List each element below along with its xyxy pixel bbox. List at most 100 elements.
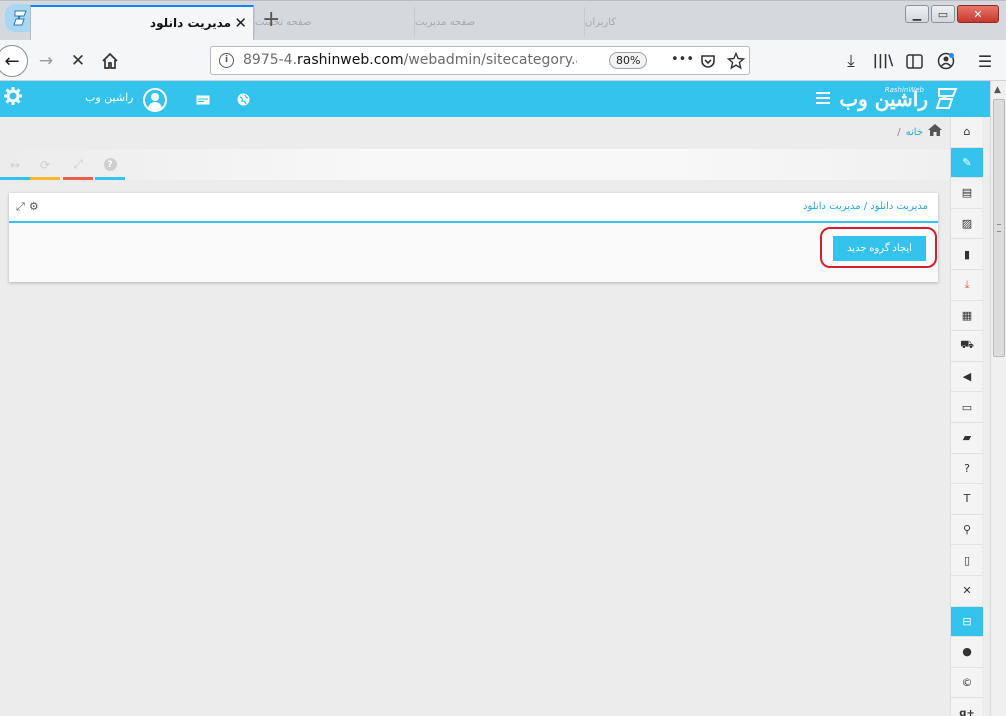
create-new-group-button[interactable]: ایجاد گروه جدید bbox=[833, 236, 926, 261]
sidebar-item-image[interactable]: ▨ bbox=[951, 209, 983, 240]
active-tab[interactable]: مدیریت دانلود ✕ bbox=[30, 5, 254, 41]
library-button[interactable]: |||\ bbox=[872, 50, 894, 72]
account-icon bbox=[937, 52, 955, 70]
pin-icon: ⚲ bbox=[962, 523, 972, 537]
question-icon: ? bbox=[964, 461, 970, 475]
sidebar-icon bbox=[905, 53, 923, 69]
background-tab-label: صفحه مدیریت bbox=[415, 16, 476, 28]
file-icon: ▯ bbox=[963, 553, 971, 567]
volume-icon: ◀ bbox=[962, 370, 972, 384]
background-tab[interactable]: صفحه مدیریت bbox=[414, 7, 584, 37]
background-tab[interactable]: کاربران bbox=[584, 7, 754, 37]
new-tab-button[interactable]: + bbox=[262, 9, 280, 31]
minimize-button[interactable]: ▁ bbox=[905, 5, 929, 23]
page-actions-icon[interactable]: ••• bbox=[671, 52, 694, 67]
user-name[interactable]: راشین وب bbox=[85, 91, 133, 104]
home-button[interactable] bbox=[99, 50, 121, 72]
bookmark-star-icon[interactable] bbox=[727, 52, 745, 70]
page-scrollbar[interactable]: ▲ bbox=[990, 81, 1006, 716]
downloads-button[interactable]: ⤓ bbox=[840, 50, 862, 72]
forward-button[interactable]: → bbox=[35, 50, 57, 72]
sidebar-toggle-button[interactable] bbox=[903, 50, 925, 72]
settings-toolbar: ↔ ⟳ ⤢ ? bbox=[0, 149, 950, 180]
sidebar-item-download[interactable]: ⤓ bbox=[951, 270, 983, 301]
card-icon[interactable] bbox=[196, 95, 210, 105]
scroll-thumb[interactable] bbox=[993, 99, 1005, 357]
sidebar-item-pin[interactable]: ⚲ bbox=[951, 515, 983, 546]
film-icon: ▦ bbox=[961, 308, 973, 322]
menu-toggle-icon[interactable] bbox=[816, 92, 830, 104]
sidebar-item-excel[interactable]: ✕ bbox=[951, 576, 983, 607]
sidebar-item-file[interactable]: ▯ bbox=[951, 545, 983, 576]
home-icon: ⌂ bbox=[963, 125, 971, 139]
fullscreen-button[interactable]: ⤢ bbox=[63, 149, 93, 180]
hamburger-menu-icon: ☰ bbox=[977, 51, 993, 71]
breadcrumb: خانه / bbox=[897, 124, 942, 140]
close-window-button[interactable]: ✕ bbox=[957, 5, 999, 23]
menu-button[interactable]: ☰ bbox=[974, 50, 996, 72]
sidebar-item-monitor[interactable]: ▭ bbox=[951, 392, 983, 423]
panel-gear-icon[interactable]: ⚙ bbox=[29, 200, 39, 214]
address-bar[interactable]: i 8975-4.rashinweb.com/webadmin/sitecate… bbox=[210, 46, 750, 75]
sidebar-item-volume[interactable]: ◀ bbox=[951, 362, 983, 393]
tab-title: مدیریت دانلود bbox=[149, 16, 231, 30]
download-icon: ⤓ bbox=[964, 277, 970, 291]
image-icon: ▨ bbox=[961, 217, 973, 231]
brand-logo-icon bbox=[935, 88, 958, 109]
help-button[interactable]: ? bbox=[95, 149, 125, 180]
sidebar-item-google-plus[interactable]: g+ bbox=[951, 698, 983, 716]
user-avatar[interactable] bbox=[143, 88, 167, 112]
sidebar-item-pencil[interactable]: ✎ bbox=[951, 147, 983, 179]
pocket-icon[interactable] bbox=[700, 53, 716, 69]
url-prefix: 8975-4. bbox=[243, 52, 298, 68]
sidebar-item-question[interactable]: ? bbox=[951, 454, 983, 485]
google-plus-icon: g+ bbox=[959, 707, 975, 716]
zoom-level-badge[interactable]: 80% bbox=[609, 52, 648, 69]
account-button[interactable] bbox=[935, 50, 957, 72]
refresh-icon: ⟳ bbox=[39, 157, 51, 172]
sidebar-item-document[interactable]: ▮ bbox=[951, 239, 983, 270]
refresh-button[interactable]: ⟳ bbox=[30, 149, 60, 180]
sidebar-item-film[interactable]: ▦ bbox=[951, 301, 983, 332]
news-icon: ▤ bbox=[961, 186, 973, 200]
home-icon bbox=[102, 52, 118, 69]
download-management-panel: مدیریت دانلود / مدیریت دانلود ⤢ ⚙ ایجاد … bbox=[9, 193, 938, 282]
globe-icon[interactable] bbox=[237, 93, 250, 106]
document-icon: ▮ bbox=[963, 247, 971, 261]
info-icon[interactable]: i bbox=[219, 53, 234, 68]
url-domain: rashinweb.com bbox=[297, 52, 404, 68]
sidebar-item-news[interactable]: ▤ bbox=[951, 178, 983, 209]
sidebar-item-user[interactable]: ● bbox=[951, 637, 983, 668]
sidebar-item-book[interactable]: ▰ bbox=[951, 423, 983, 454]
panel-title: مدیریت دانلود / مدیریت دانلود bbox=[803, 201, 928, 212]
book-icon: ▰ bbox=[962, 431, 972, 445]
url-path: /webadmin/sitecategory.aspx?n bbox=[403, 52, 577, 68]
maximize-button[interactable]: ▭ bbox=[931, 5, 955, 23]
right-sidebar: ⌂ ✎ ▤ ▨ ▮ ⤓ ▦ ⛟ ◀ ▭ ▰? T ⚲ ▯ ✕ ⊟ ● © g+ bbox=[950, 117, 983, 716]
url-text[interactable]: 8975-4.rashinweb.com/webadmin/sitecatego… bbox=[243, 52, 577, 68]
sidebar-item-cart[interactable]: ⛟ bbox=[951, 331, 983, 362]
stop-button[interactable]: ✕ bbox=[67, 50, 89, 72]
sidebar-item-inbox[interactable]: ⊟ bbox=[951, 606, 983, 638]
toggle-width-button[interactable]: ↔ bbox=[0, 149, 30, 180]
tab-close-icon[interactable]: ✕ bbox=[234, 14, 247, 32]
top-header: راشین وب RashinWeb راشین وب bbox=[0, 81, 990, 117]
brand-logo[interactable]: راشین وب RashinWeb bbox=[839, 86, 960, 112]
expand-icon[interactable]: ⤢ bbox=[16, 200, 25, 214]
breadcrumb-home-link[interactable]: خانه bbox=[906, 127, 923, 138]
back-button[interactable]: ← bbox=[0, 45, 28, 77]
sidebar-item-copyright[interactable]: © bbox=[951, 668, 983, 699]
sidebar-item-home[interactable]: ⌂ bbox=[951, 117, 983, 148]
fullscreen-icon: ⤢ bbox=[73, 157, 83, 171]
sidebar-item-text-size[interactable]: T bbox=[951, 484, 983, 515]
monitor-icon: ▭ bbox=[961, 400, 973, 414]
grip-icon bbox=[997, 224, 1001, 232]
home-icon bbox=[928, 124, 942, 140]
pencil-icon: ✎ bbox=[962, 155, 972, 169]
scroll-up-arrow-icon[interactable]: ▲ bbox=[994, 85, 1001, 95]
help-icon: ? bbox=[103, 158, 117, 171]
excel-icon: ✕ bbox=[962, 584, 972, 598]
gear-icon[interactable] bbox=[4, 87, 22, 105]
browser-tab-bar: صفحه نخست صفحه مدیریت کاربران مدیریت دان… bbox=[0, 0, 1006, 41]
breadcrumb-separator: / bbox=[897, 126, 901, 138]
